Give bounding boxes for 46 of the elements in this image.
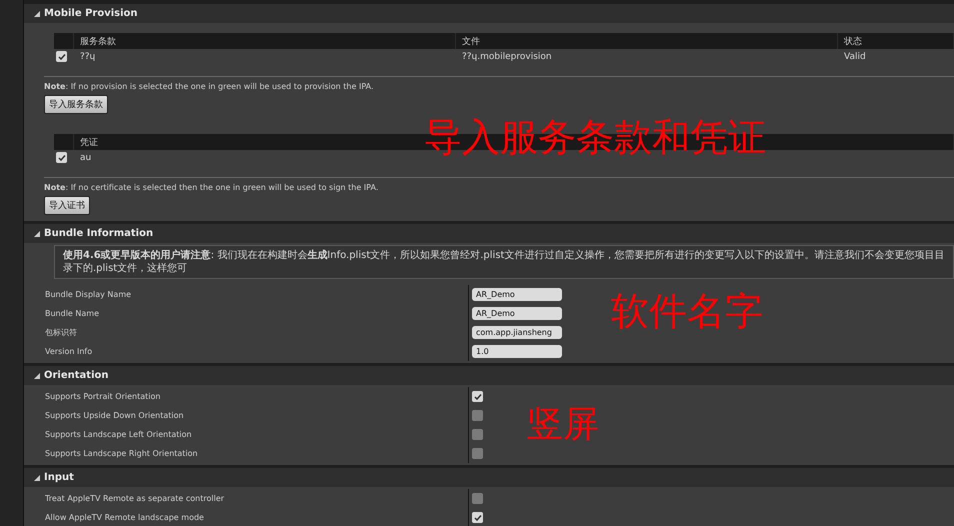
- table-cell-text: ??ɥ: [79, 50, 96, 64]
- column-header: 状态: [838, 33, 954, 49]
- note-text: Note: If no provision is selected the one in green will be used to provision the IPA.: [44, 82, 375, 91]
- triangle-icon: [34, 474, 40, 480]
- import-button[interactable]: 导入证书: [44, 196, 90, 215]
- triangle-icon: [34, 10, 40, 16]
- checkbox[interactable]: [472, 410, 483, 421]
- section-header[interactable]: Bundle Information: [24, 224, 954, 243]
- checkbox[interactable]: [472, 512, 483, 523]
- property-label: Allow AppleTV Remote landscape mode: [45, 513, 205, 522]
- property-label: Bundle Display Name: [45, 290, 132, 299]
- property-label: Bundle Name: [45, 309, 100, 318]
- text-field[interactable]: AR_Demo: [472, 307, 562, 320]
- text-field[interactable]: com.app.jiansheng: [472, 326, 562, 339]
- checkbox[interactable]: [472, 493, 483, 504]
- checkbox[interactable]: [472, 429, 483, 440]
- column-header: 服务条款: [74, 33, 456, 49]
- import-button[interactable]: 导入服务条款: [44, 95, 108, 114]
- text-field[interactable]: 1.0: [472, 345, 562, 358]
- table-cell-text: Valid: [843, 50, 867, 64]
- triangle-icon: [34, 372, 40, 378]
- table-header: [54, 33, 74, 49]
- annotation-text: 竖屏: [527, 403, 599, 447]
- property-label: Supports Portrait Orientation: [45, 392, 162, 401]
- text-field[interactable]: AR_Demo: [472, 288, 562, 301]
- section-header[interactable]: Orientation: [24, 366, 954, 385]
- table-header: [54, 134, 74, 150]
- checkbox[interactable]: [56, 51, 67, 62]
- annotation-text: 软件名字: [611, 288, 763, 335]
- checkbox[interactable]: [472, 391, 483, 402]
- property-label: Supports Landscape Right Orientation: [45, 449, 199, 458]
- notice-text: 使用4.6或更早版本的用户请注意: 我们现在在构建时会生成Info.plist文件，所以如果您曾经对.plist文件进行过自定义操作，您需要把所有进行的变更写入以下的设置中。请注意我们不会变更您项目目录下的.plist文件，这样您可: [54, 245, 954, 279]
- checkbox[interactable]: [472, 448, 483, 459]
- property-label: Supports Upside Down Orientation: [45, 411, 185, 420]
- property-label: Supports Landscape Left Orientation: [45, 430, 193, 439]
- section-header[interactable]: Mobile Provision: [24, 4, 954, 23]
- table-cell-text: ??ɥ.mobileprovision: [461, 50, 553, 64]
- property-label: Treat AppleTV Remote as separate controller: [45, 494, 226, 503]
- table-cell-text: au: [79, 152, 92, 164]
- property-label: 包标识符: [45, 327, 78, 338]
- note-text: Note: If no certificate is selected then the one in green will be used to sign the IPA.: [44, 183, 380, 192]
- checkbox[interactable]: [56, 152, 67, 163]
- property-label: Version Info: [45, 347, 94, 356]
- section-header[interactable]: Input: [24, 468, 954, 487]
- column-header: 文件: [456, 33, 838, 49]
- triangle-icon: [34, 230, 40, 236]
